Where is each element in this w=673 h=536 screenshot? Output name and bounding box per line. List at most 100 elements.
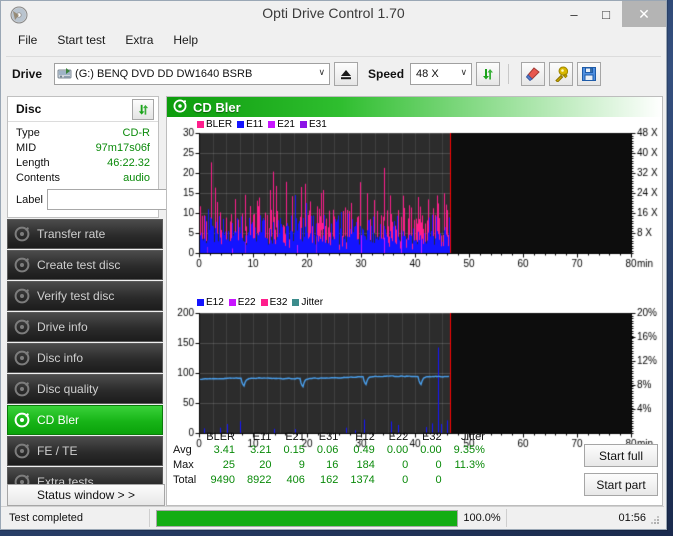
disc-row-length-key: Length xyxy=(16,157,50,169)
stats-col-e32: E32 xyxy=(422,431,442,443)
disc-row-mid: MID 97m17s06f xyxy=(16,141,150,156)
eject-button[interactable] xyxy=(334,62,359,86)
window-controls: – □ ✕ xyxy=(558,1,666,27)
disc-panel-title: Disc xyxy=(16,102,42,116)
refresh-icon xyxy=(138,104,148,115)
disc-icon xyxy=(14,381,30,397)
drive-value: (G:) BENQ DVD DD DW1640 BSRB xyxy=(75,68,253,80)
stats-cell: 8922 xyxy=(247,474,272,486)
stats-cell: 20 xyxy=(259,459,272,471)
disc-refresh-button[interactable] xyxy=(132,98,154,120)
disc-row-type: Type CD-R xyxy=(16,126,150,141)
legend-item-e32: E32 xyxy=(260,297,287,308)
eject-icon xyxy=(341,70,352,80)
main-panel-header: CD Bler xyxy=(167,97,662,117)
legend-item-e31: E31 xyxy=(299,119,327,130)
legend-item-jitter: Jitter xyxy=(292,297,323,308)
speed-select[interactable]: 48 X ∨ xyxy=(410,63,473,85)
disc-row-contents-key: Contents xyxy=(16,172,61,184)
sidebar-item-create-test-disc[interactable]: Create test disc xyxy=(7,250,163,280)
stats-cell: 11.3% xyxy=(454,459,485,471)
erase-button[interactable] xyxy=(521,62,546,86)
drive-toolbar: Drive (G:) BENQ DVD DD DW1640 BSRB ∨ Spe… xyxy=(6,56,661,91)
stats-cell: 184 xyxy=(356,459,375,471)
stats-cell: 9.35% xyxy=(453,444,485,456)
elapsed-time-label: 01:56 xyxy=(618,512,646,524)
progress-bar xyxy=(156,509,458,527)
status-window-button[interactable]: Status window > > xyxy=(7,484,165,506)
refresh-button[interactable] xyxy=(476,62,501,86)
menu-item-start-test[interactable]: Start test xyxy=(48,31,114,49)
statistics-table: BLER E11 E21 E31 E12 E22 E32 Jitter Avg … xyxy=(173,431,491,488)
menu-item-help[interactable]: Help xyxy=(164,31,207,49)
legend-label: E12 xyxy=(206,297,224,308)
disc-row-mid-key: MID xyxy=(16,142,37,154)
stats-cell xyxy=(448,473,491,488)
test-action-buttons: Start full Start part xyxy=(584,444,658,502)
maximize-button[interactable]: □ xyxy=(590,1,622,27)
sidebar-item-disc-quality[interactable]: Disc quality xyxy=(7,374,163,404)
stats-col-bler: BLER xyxy=(206,431,235,443)
resize-grip-icon[interactable] xyxy=(650,515,660,525)
legend-swatch xyxy=(299,121,307,128)
save-button[interactable] xyxy=(577,62,602,86)
start-part-button[interactable]: Start part xyxy=(584,473,658,496)
disc-info-rows: Type CD-R MID 97m17s06f Length 46:22.32 … xyxy=(8,122,250,210)
disc-icon xyxy=(14,412,30,428)
legend-swatch xyxy=(197,299,204,306)
progress-bar-fill xyxy=(157,510,457,526)
minimize-button[interactable]: – xyxy=(558,1,590,27)
disc-icon xyxy=(14,443,30,459)
sidebar-item-label: Create test disc xyxy=(37,258,121,272)
sidebar-item-label: Disc info xyxy=(37,351,84,365)
start-full-button[interactable]: Start full xyxy=(584,444,658,467)
sidebar-item-label: Verify test disc xyxy=(37,289,115,303)
stats-cell: 3.41 xyxy=(213,444,235,456)
stats-col-e21: E21 xyxy=(285,431,305,443)
speed-value: 48 X xyxy=(416,68,439,80)
status-text: Test completed xyxy=(9,512,83,524)
sidebar-item-verify-test-disc[interactable]: Verify test disc xyxy=(7,281,163,311)
disc-icon xyxy=(173,99,187,116)
stats-col-e22: E22 xyxy=(388,431,409,443)
stats-header-row: BLER E11 E21 E31 E12 E22 E32 Jitter xyxy=(173,431,491,443)
legend-label: BLER xyxy=(206,119,233,130)
refresh-icon xyxy=(483,69,494,80)
stats-col-jitter: Jitter xyxy=(461,431,485,443)
legend-label: E11 xyxy=(246,119,264,130)
legend-item-e22: E22 xyxy=(228,297,256,308)
stats-cell: 25 xyxy=(222,459,235,471)
table-row: Max 25 20 9 16 184 0 0 11.3% xyxy=(173,458,491,473)
legend-label: Jitter xyxy=(301,297,324,308)
sidebar-item-transfer-rate[interactable]: Transfer rate xyxy=(7,219,163,249)
stats-cell: 0 xyxy=(402,474,409,486)
sidebar-item-cd-bler[interactable]: CD Bler xyxy=(7,405,163,435)
menu-bar: File Start test Extra Help xyxy=(1,29,666,51)
disc-icon xyxy=(14,226,30,242)
disc-icon xyxy=(14,350,30,366)
disc-row-mid-value: 97m17s06f xyxy=(95,142,150,154)
main-panel-title: CD Bler xyxy=(193,99,241,115)
legend-swatch xyxy=(228,299,236,306)
sidebar-item-fe-te[interactable]: FE / TE xyxy=(7,436,163,466)
erase-icon xyxy=(525,67,540,82)
sidebar-item-drive-info[interactable]: Drive info xyxy=(7,312,163,342)
stats-cell: 9490 xyxy=(210,474,235,486)
menu-item-file[interactable]: File xyxy=(9,31,46,49)
legend-swatch xyxy=(237,121,245,128)
tools-button[interactable] xyxy=(549,62,574,86)
sidebar-item-label: Drive info xyxy=(37,320,88,334)
stats-cell: 0.15 xyxy=(283,444,305,456)
legend-swatch xyxy=(260,299,268,306)
application-window: Opti Drive Control 1.70 – □ ✕ File Start… xyxy=(0,0,667,530)
legend-label: E21 xyxy=(277,119,295,130)
stats-row-label-total: Total xyxy=(173,474,197,486)
table-row: Avg 3.41 3.21 0.15 0.06 0.49 0.00 0.00 9… xyxy=(173,443,491,458)
drive-select[interactable]: (G:) BENQ DVD DD DW1640 BSRB ∨ xyxy=(54,63,331,85)
table-row: Total 9490 8922 406 162 1374 0 0 xyxy=(173,473,491,488)
close-button[interactable]: ✕ xyxy=(622,1,666,27)
sidebar-item-disc-info[interactable]: Disc info xyxy=(7,343,163,373)
legend-item-bler: BLER xyxy=(197,119,232,130)
disc-info-panel: Disc Type CD-R MID 97m17s06f Length 46:2… xyxy=(7,96,250,218)
menu-item-extra[interactable]: Extra xyxy=(116,31,162,49)
